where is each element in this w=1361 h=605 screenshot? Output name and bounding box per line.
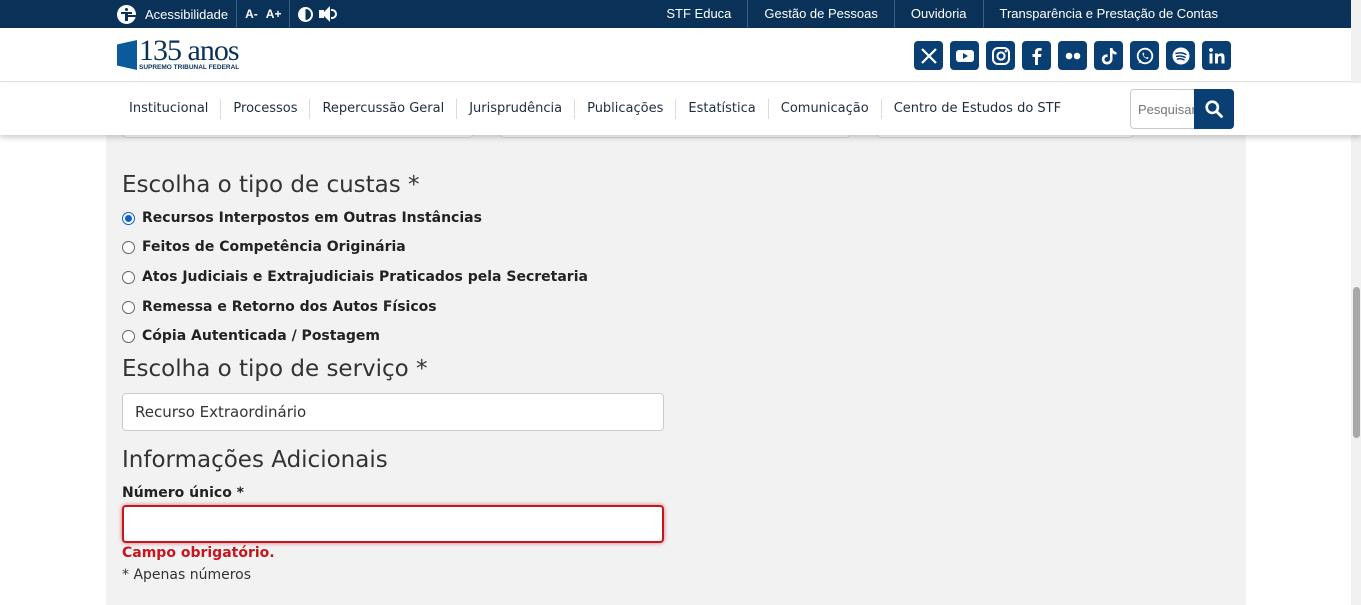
search-icon — [1205, 100, 1223, 118]
radio-label: Feitos de Competência Originária — [142, 239, 406, 255]
nav-item-comunicacao[interactable]: Comunicação — [767, 99, 881, 119]
radio-option-remessa[interactable]: Remessa e Retorno dos Autos Físicos — [122, 299, 437, 315]
radio-option-recursos[interactable]: Recursos Interpostos em Outras Instância… — [122, 210, 482, 226]
font-increase-button[interactable]: A+ — [266, 7, 282, 21]
spotify-icon[interactable] — [1166, 41, 1195, 70]
site-header: 135 anos SUPREMO TRIBUNAL FEDERAL — [0, 28, 1361, 82]
nav-item-institucional[interactable]: Institucional — [117, 99, 220, 119]
accessibility-icon[interactable] — [117, 4, 136, 24]
x-icon[interactable] — [914, 41, 943, 70]
logo-mark — [117, 40, 137, 70]
top-links: STF Educa Gestão de Pessoas Ouvidoria Tr… — [650, 0, 1234, 28]
numero-unico-input[interactable] — [122, 505, 664, 543]
link-stf-educa[interactable]: STF Educa — [650, 0, 747, 28]
link-gestao-pessoas[interactable]: Gestão de Pessoas — [747, 0, 893, 28]
logo-subtitle: SUPREMO TRIBUNAL FEDERAL — [139, 64, 240, 71]
logo[interactable]: 135 anos SUPREMO TRIBUNAL FEDERAL — [117, 34, 257, 74]
top-utility-bar: Acessibilidade A- A+ STF Educa Gestão de… — [0, 0, 1361, 28]
logo-number: 135 anos — [139, 34, 239, 67]
contrast-icon[interactable] — [298, 6, 314, 22]
audio-icon[interactable] — [319, 6, 338, 22]
tiktok-icon[interactable] — [1094, 41, 1123, 70]
radio-button[interactable] — [122, 211, 135, 225]
font-decrease-button[interactable]: A- — [245, 7, 258, 21]
link-ouvidoria[interactable]: Ouvidoria — [893, 0, 983, 28]
error-message: Campo obrigatório. — [122, 545, 275, 561]
youtube-icon[interactable] — [950, 41, 979, 70]
nav-item-repercussao-geral[interactable]: Repercussão Geral — [309, 99, 456, 119]
instagram-icon[interactable] — [986, 41, 1015, 70]
radio-button[interactable] — [122, 329, 135, 343]
flickr-icon[interactable] — [1058, 41, 1087, 70]
radio-label: Atos Judiciais e Extrajudiciais Praticad… — [142, 269, 588, 285]
whatsapp-icon[interactable] — [1130, 41, 1159, 70]
numero-unico-label: Número único * — [122, 485, 245, 501]
radio-option-copia[interactable]: Cópia Autenticada / Postagem — [122, 328, 380, 344]
social-links — [914, 41, 1238, 70]
servico-title: Escolha o tipo de serviço * — [122, 356, 428, 382]
nav-item-jurisprudencia[interactable]: Jurisprudência — [456, 99, 574, 119]
nav-item-estatistica[interactable]: Estatística — [675, 99, 767, 119]
custas-title: Escolha o tipo de custas * — [122, 172, 420, 198]
radio-label: Cópia Autenticada / Postagem — [142, 328, 381, 344]
radio-button[interactable] — [122, 240, 135, 254]
radio-label: Recursos Interpostos em Outras Instância… — [142, 210, 482, 226]
scrollbar-thumb[interactable] — [1353, 287, 1360, 438]
nav-item-publicacoes[interactable]: Publicações — [574, 99, 675, 119]
facebook-icon[interactable] — [1022, 41, 1051, 70]
linkedin-icon[interactable] — [1202, 41, 1231, 70]
main-nav: Institucional Processos Repercussão Gera… — [0, 83, 1361, 135]
radio-button[interactable] — [122, 270, 135, 284]
radio-option-feitos[interactable]: Feitos de Competência Originária — [122, 239, 406, 255]
servico-select[interactable]: Recurso Extraordinário — [122, 393, 664, 431]
search-input[interactable] — [1130, 89, 1196, 129]
nav-item-centro-estudos[interactable]: Centro de Estudos do STF — [880, 99, 1073, 119]
radio-button[interactable] — [122, 300, 135, 314]
divider — [289, 0, 291, 28]
link-transparencia[interactable]: Transparência e Prestação de Contas — [982, 0, 1234, 28]
nav-item-processos[interactable]: Processos — [220, 99, 309, 119]
accessibility-link[interactable]: Acessibilidade — [145, 7, 228, 22]
accessibility-bar: Acessibilidade A- A+ — [117, 0, 338, 28]
form-panel: Escolha o tipo de custas * Recursos Inte… — [106, 123, 1246, 605]
radio-label: Remessa e Retorno dos Autos Físicos — [142, 299, 437, 315]
hint-text: * Apenas números — [122, 567, 252, 583]
radio-option-atos[interactable]: Atos Judiciais e Extrajudiciais Praticad… — [122, 269, 588, 285]
search-button[interactable] — [1194, 89, 1234, 129]
scrolled-fields — [106, 123, 1246, 138]
divider — [236, 0, 238, 28]
info-title: Informações Adicionais — [122, 447, 388, 473]
